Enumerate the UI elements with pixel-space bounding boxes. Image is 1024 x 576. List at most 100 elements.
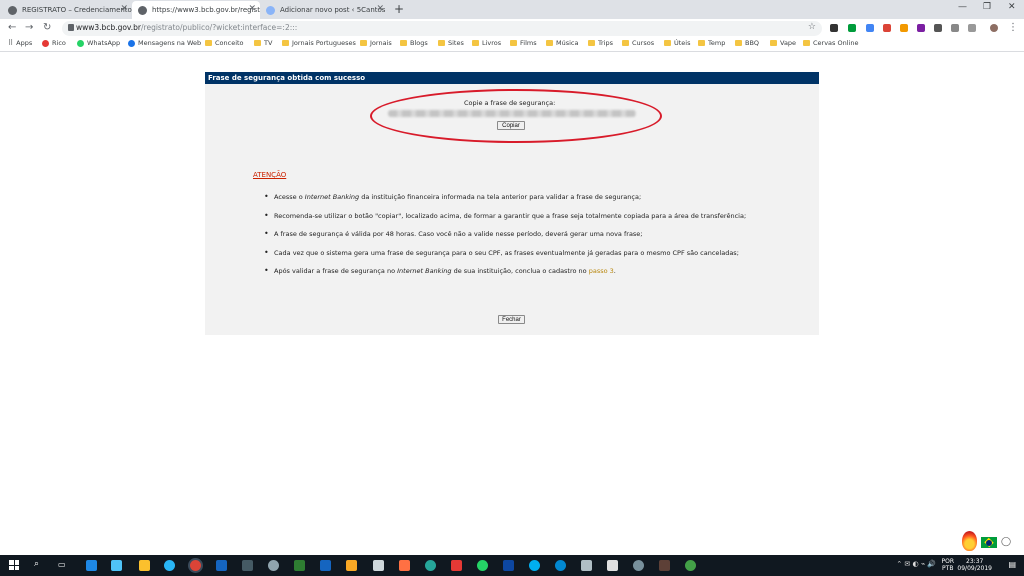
app-icon[interactable] (555, 560, 566, 571)
app-icon[interactable] (685, 560, 696, 571)
extension-icon[interactable] (830, 24, 838, 32)
bookmark-label: BBQ (745, 39, 760, 47)
clock[interactable]: 23:37 09/09/2019 (957, 558, 992, 572)
extension-icon[interactable] (917, 24, 925, 32)
instruction-emphasis: Internet Banking (397, 267, 452, 275)
close-icon[interactable]: ✕ (248, 4, 256, 14)
bookmark-folder[interactable]: Cursos (622, 39, 654, 47)
app-icon[interactable] (451, 560, 462, 571)
app-icon[interactable] (607, 560, 618, 571)
bookmark-whatsapp[interactable]: WhatsApp (77, 39, 120, 47)
whatsapp-icon (77, 39, 84, 47)
app-icon[interactable] (111, 560, 122, 571)
browser-toolbar: ← → ↻ www3.bcb.gov.br/registrato/publico… (0, 19, 1024, 37)
extension-icon[interactable] (883, 24, 891, 32)
tab-registrato[interactable]: REGISTRATO – Credenciamento ✕ (2, 1, 132, 19)
close-icon[interactable]: ✕ (376, 4, 384, 14)
menu-dots-icon[interactable]: ⋮ (1008, 22, 1018, 33)
file-explorer-icon[interactable] (139, 560, 150, 571)
back-arrow-icon[interactable]: ← (8, 22, 16, 33)
chat-icon[interactable]: ◯ (1001, 537, 1011, 547)
close-icon[interactable]: ✕ (120, 4, 128, 14)
url-text[interactable]: www3.bcb.gov.br/registrato/publico/?wick… (76, 23, 297, 32)
bookmark-folder[interactable]: Blogs (400, 39, 428, 47)
bookmark-folder[interactable]: BBQ (735, 39, 759, 47)
bookmark-folder[interactable]: Livros (472, 39, 501, 47)
ie-icon[interactable] (216, 560, 227, 571)
extension-icon[interactable] (934, 24, 942, 32)
photoshop-icon[interactable] (503, 560, 514, 571)
task-view-icon[interactable]: ▭ (58, 560, 66, 569)
language-indicator[interactable]: POR PTB (941, 558, 954, 572)
search-icon[interactable]: ⌕ (34, 559, 39, 569)
reload-icon[interactable]: ↻ (43, 22, 51, 33)
bookmark-folder[interactable]: Jornais Portugueses (282, 39, 356, 47)
clock-date: 09/09/2019 (957, 565, 992, 572)
folder-icon (254, 40, 261, 46)
extension-icon[interactable] (866, 24, 874, 32)
bookmark-folder[interactable]: Sites (438, 39, 464, 47)
bookmark-folder[interactable]: Úteis (664, 39, 691, 47)
restore-icon[interactable]: ❐ (983, 2, 991, 12)
tab-5cantos[interactable]: Adicionar novo post ‹ 5Cantos — ✕ (260, 1, 388, 19)
app-icon[interactable] (633, 560, 644, 571)
bookmark-folder[interactable]: Música (546, 39, 578, 47)
skype-icon[interactable] (529, 560, 540, 571)
app-icon[interactable] (425, 560, 436, 571)
url-path: /registrato/publico/?wicket:interface=:2… (141, 23, 298, 32)
app-icon[interactable] (399, 560, 410, 571)
extension-icon[interactable] (900, 24, 908, 32)
app-icon[interactable] (268, 560, 279, 571)
edge-icon[interactable] (86, 560, 97, 571)
app-icon[interactable] (346, 560, 357, 571)
extension-icon[interactable] (848, 24, 856, 32)
folder-icon (546, 40, 553, 46)
instruction-emphasis: Internet Banking (304, 193, 360, 201)
step-3-link[interactable]: passo 3 (589, 267, 614, 275)
panel-title: Frase de segurança obtida com sucesso (205, 72, 819, 84)
bookmark-folder[interactable]: Jornais (360, 39, 392, 47)
minimize-icon[interactable]: — (958, 2, 967, 12)
close-button[interactable]: Fechar (498, 315, 525, 324)
bookmark-folder[interactable]: Vape (770, 39, 796, 47)
bookmark-folder[interactable]: Trips (588, 39, 613, 47)
telegram-icon[interactable] (164, 560, 175, 571)
word-icon[interactable] (320, 560, 331, 571)
new-tab-icon[interactable]: + (394, 2, 404, 16)
extension-icon[interactable] (968, 24, 976, 32)
bookmark-folder[interactable]: Conceito (205, 39, 244, 47)
bookmark-rico[interactable]: Rico (42, 39, 66, 47)
bookmark-apps[interactable]: ⠿ Apps (8, 39, 32, 47)
windows-start-icon[interactable] (9, 560, 19, 570)
bookmark-label: Sites (448, 39, 464, 47)
bookmark-label: Trips (598, 39, 614, 47)
chrome-icon[interactable] (190, 560, 201, 571)
system-tray-icons[interactable]: ⌃ ✉ ◐ ⌁ 🔊 (896, 560, 936, 568)
bookmark-folder[interactable]: Temp (698, 39, 725, 47)
hotspot-shield-icon[interactable] (962, 531, 977, 551)
notifications-icon[interactable]: ▤ (1008, 560, 1016, 569)
bookmark-label: Mensagens na Web (138, 39, 202, 47)
instruction-text: Acesse o (274, 193, 305, 201)
folder-icon (803, 40, 810, 46)
bookmark-mensagens[interactable]: Mensagens na Web (128, 39, 201, 47)
clock-time: 23:37 (966, 558, 984, 565)
tab-bcb[interactable]: https://www3.bcb.gov.br/registr ✕ (132, 1, 260, 19)
whatsapp-icon[interactable] (477, 560, 488, 571)
bookmark-folder[interactable]: Films (510, 39, 537, 47)
calculator-icon[interactable] (373, 560, 384, 571)
forward-arrow-icon[interactable]: → (25, 22, 33, 33)
excel-icon[interactable] (294, 560, 305, 571)
rico-icon (42, 39, 49, 47)
instruction-text: Cada vez que o sistema gera uma frase de… (274, 248, 739, 257)
bookmark-folder[interactable]: TV (254, 39, 272, 47)
app-icon[interactable] (659, 560, 670, 571)
avatar[interactable] (990, 24, 998, 32)
app-icon[interactable] (242, 560, 253, 571)
bookmark-star-icon[interactable]: ☆ (808, 22, 816, 32)
window-close-icon[interactable]: ✕ (1008, 2, 1016, 12)
app-icon[interactable] (581, 560, 592, 571)
address-bar[interactable]: www3.bcb.gov.br/registrato/publico/?wick… (62, 21, 822, 36)
extension-icon[interactable] (951, 24, 959, 32)
bookmark-folder[interactable]: Cervas Online (803, 39, 858, 47)
